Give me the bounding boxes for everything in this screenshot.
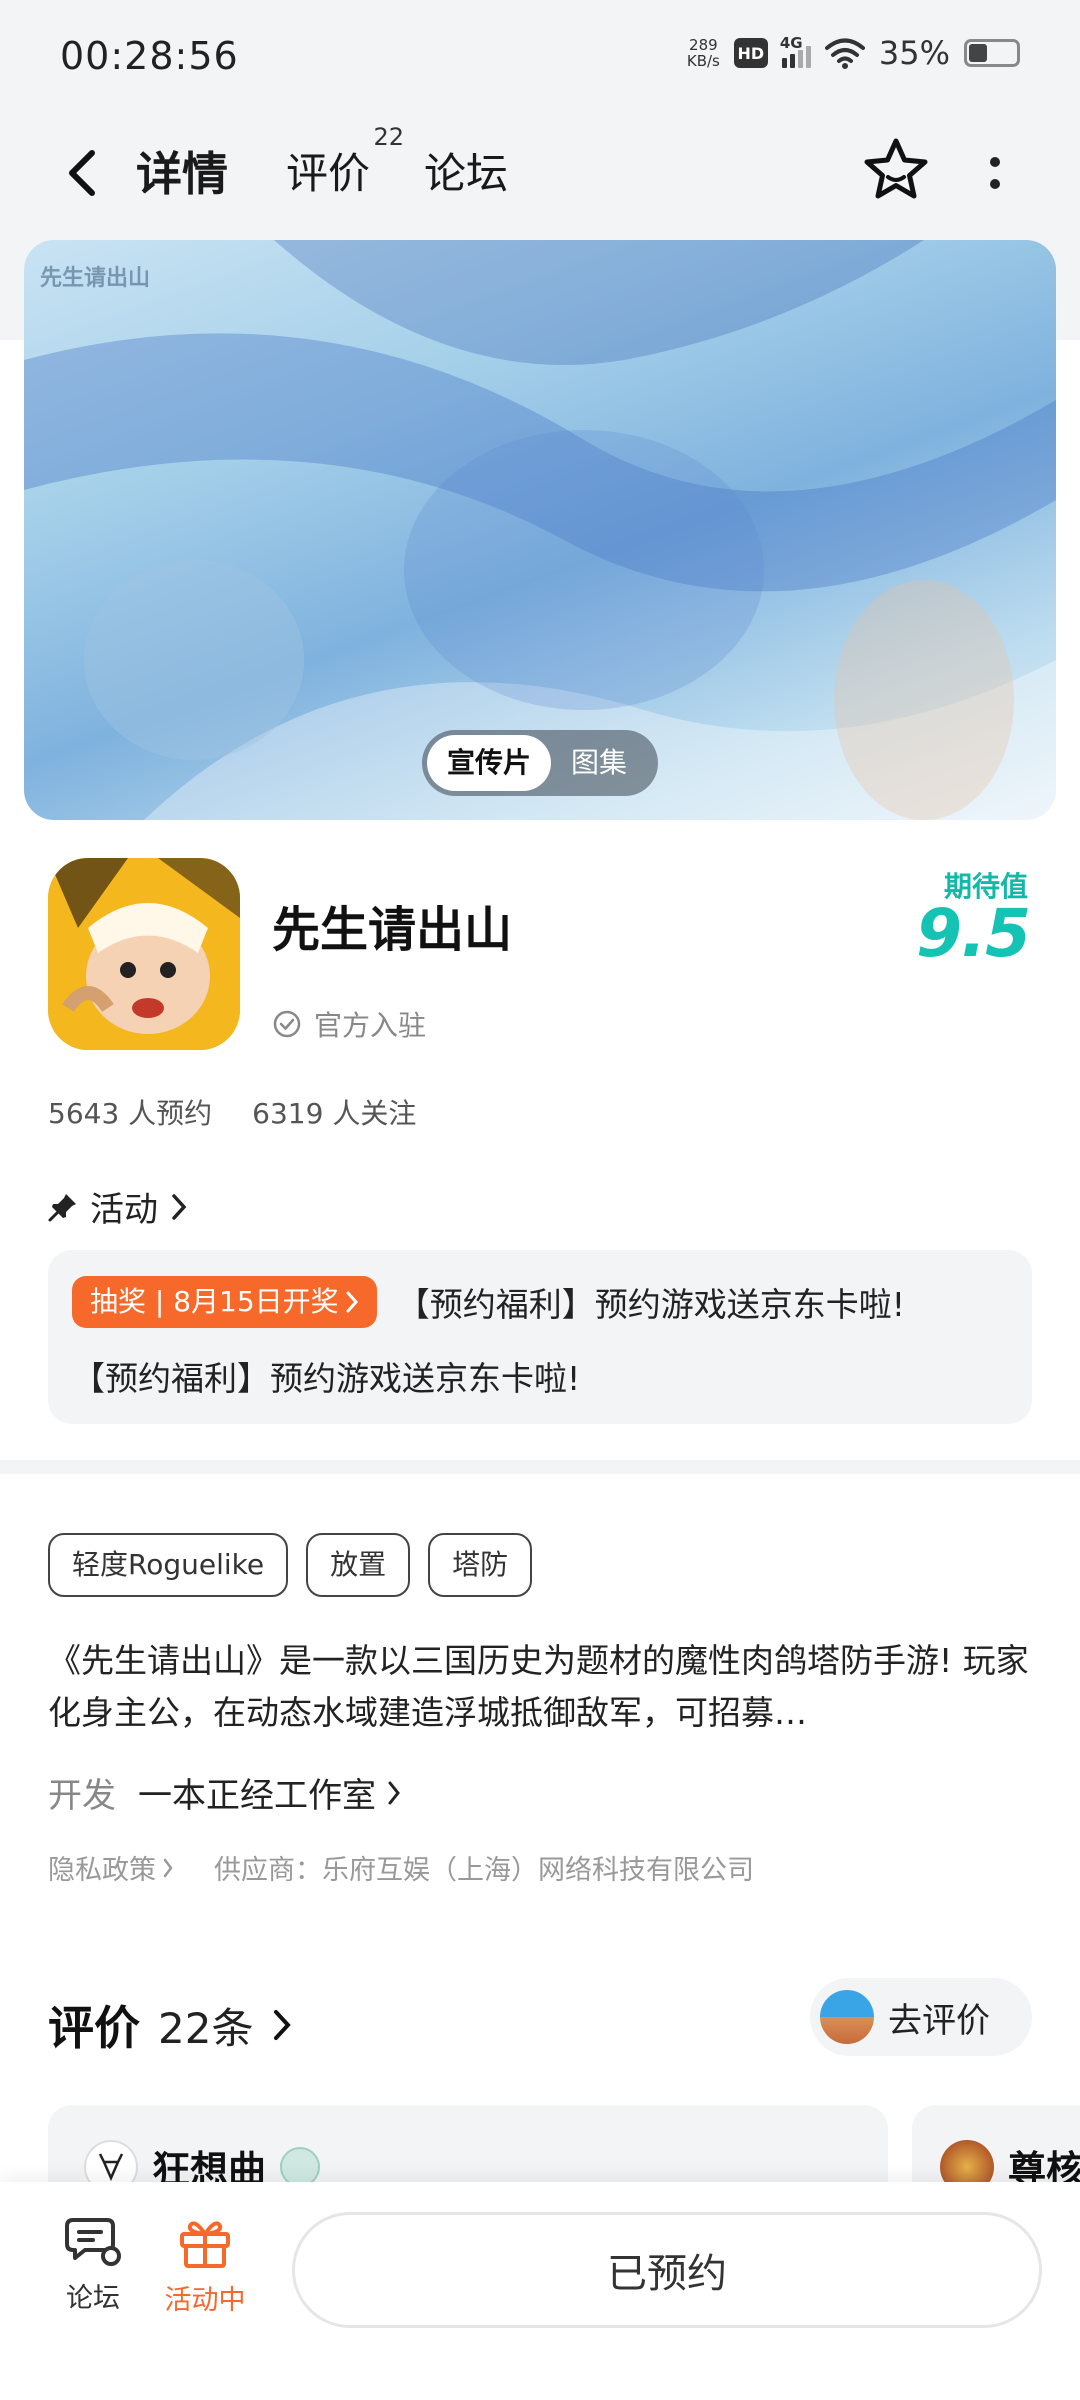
reviewer-badge-icon bbox=[280, 2146, 321, 2187]
tab-reviews-count: 22 bbox=[373, 123, 405, 151]
chevron-right-icon bbox=[172, 1193, 187, 1220]
deer-avatar-icon bbox=[98, 2152, 124, 2181]
battery-percent: 35% bbox=[878, 34, 950, 72]
activity-title: 【预约福利】预约游戏送京东卡啦! bbox=[396, 1285, 905, 1324]
activity-heading: 活动 bbox=[90, 1190, 158, 1230]
counts-row: 5643 人预约 6319 人关注 bbox=[48, 1092, 416, 1132]
tag-roguelike[interactable]: 轻度Roguelike bbox=[48, 1533, 289, 1597]
chevron-right-icon bbox=[388, 1781, 400, 1804]
network-speed: 289 KB/s bbox=[687, 37, 720, 69]
bottom-action-bar: 论坛 活动中 已预约 bbox=[0, 2182, 1080, 2400]
activity-button[interactable]: 活动中 bbox=[160, 2214, 250, 2317]
star-outline-icon bbox=[864, 138, 928, 199]
activity-card[interactable]: 抽奖 | 8月15日开奖 【预约福利】预约游戏送京东卡啦! 【预约福利】预约游戏… bbox=[48, 1250, 1032, 1424]
app-name: 先生请出山 bbox=[272, 902, 513, 958]
forum-chat-icon bbox=[65, 2218, 121, 2266]
pin-icon bbox=[48, 1193, 76, 1221]
battery-icon bbox=[964, 39, 1020, 67]
developer-label: 开发 bbox=[48, 1776, 116, 1816]
tag-list: 轻度Roguelike 放置 塔防 bbox=[48, 1533, 533, 1597]
status-time: 00:28:56 bbox=[60, 34, 239, 78]
tab-details[interactable]: 详情 bbox=[136, 139, 228, 209]
gift-icon bbox=[180, 2221, 230, 2268]
status-bar: 00:28:56 289 KB/s HD 4G 35% bbox=[0, 0, 1080, 115]
top-nav: 详情 评价 22 论坛 bbox=[0, 115, 1080, 240]
promo-banner[interactable]: 先生请出山 宣传片 图集 bbox=[24, 240, 1056, 820]
app-icon-artwork bbox=[48, 858, 240, 1050]
reserved-label: 已预约 bbox=[607, 2251, 727, 2297]
tab-reviews[interactable]: 评价 22 bbox=[286, 125, 404, 209]
favorite-button[interactable] bbox=[858, 133, 934, 209]
developer-row[interactable]: 开发 一本正经工作室 bbox=[48, 1768, 402, 1817]
write-review-label: 去评价 bbox=[888, 2000, 990, 2041]
write-review-button[interactable]: 去评价 bbox=[810, 1978, 1032, 2056]
reserved-button[interactable]: 已预约 bbox=[292, 2212, 1042, 2328]
network-speed-unit: KB/s bbox=[686, 52, 720, 70]
back-button[interactable] bbox=[52, 143, 112, 203]
verified-check-icon bbox=[273, 1010, 301, 1038]
battery-fill bbox=[969, 44, 987, 62]
chevron-right-icon bbox=[274, 2010, 292, 2040]
reviews-count: 22条 bbox=[158, 2003, 254, 2053]
game-description[interactable]: 《先生请出山》是一款以三国历史为题材的魔性肉鸽塔防手游! 玩家化身主公，在动态水… bbox=[48, 1635, 1032, 1739]
official-badge: 官方入驻 bbox=[272, 1004, 426, 1044]
expectation-score: 9.5 bbox=[916, 895, 1031, 972]
reviews-title: 评价 bbox=[48, 2001, 140, 2055]
app-icon bbox=[48, 858, 240, 1050]
banner-watermark: 先生请出山 bbox=[40, 266, 151, 291]
activity-header[interactable]: 活动 bbox=[48, 1182, 188, 1231]
media-option-trailer[interactable]: 宣传片 bbox=[427, 735, 552, 791]
privacy-policy-label: 隐私政策 bbox=[48, 1855, 156, 1886]
reservation-count: 5643 人预约 bbox=[48, 1097, 213, 1130]
tab-reviews-label: 评价 bbox=[286, 149, 371, 198]
developer-name: 一本正经工作室 bbox=[138, 1776, 376, 1816]
user-avatar bbox=[820, 1990, 874, 2044]
media-option-gallery[interactable]: 图集 bbox=[551, 735, 647, 791]
chevron-right-icon bbox=[163, 1858, 173, 1877]
lottery-pill-label: 抽奖 | 8月15日开奖 bbox=[90, 1285, 339, 1318]
tag-idle[interactable]: 放置 bbox=[306, 1533, 411, 1597]
hd-icon: HD bbox=[733, 38, 768, 68]
tab-details-label: 详情 bbox=[136, 147, 228, 201]
chevron-right-icon bbox=[346, 1291, 358, 1313]
more-vertical-icon[interactable] bbox=[980, 143, 1010, 203]
wifi-icon bbox=[824, 38, 865, 69]
tag-tower-defense[interactable]: 塔防 bbox=[428, 1533, 533, 1597]
follower-count: 6319 人关注 bbox=[252, 1097, 417, 1130]
media-toggle: 宣传片 图集 bbox=[422, 730, 658, 796]
forum-label: 论坛 bbox=[66, 2283, 120, 2314]
network-type: 4G bbox=[779, 34, 803, 52]
tab-forum[interactable]: 论坛 bbox=[424, 139, 508, 209]
privacy-policy-link[interactable]: 隐私政策 bbox=[48, 1848, 174, 1887]
lottery-pill[interactable]: 抽奖 | 8月15日开奖 bbox=[72, 1276, 377, 1328]
activity-subtitle: 【预约福利】预约游戏送京东卡啦! bbox=[72, 1359, 581, 1398]
reviews-header[interactable]: 评价 22条 bbox=[48, 1992, 293, 2058]
network-speed-value: 289 bbox=[689, 36, 718, 54]
forum-button[interactable]: 论坛 bbox=[48, 2214, 138, 2315]
status-icons: 289 KB/s HD 4G 35% bbox=[687, 34, 1020, 72]
cellular-signal-icon: 4G bbox=[780, 34, 811, 68]
tab-forum-label: 论坛 bbox=[424, 149, 509, 198]
developer-name-link[interactable]: 一本正经工作室 bbox=[138, 1768, 402, 1817]
chevron-left-icon bbox=[69, 150, 95, 196]
activity-label: 活动中 bbox=[164, 2285, 246, 2316]
official-label: 官方入驻 bbox=[314, 1009, 427, 1042]
section-divider bbox=[0, 1460, 1080, 1474]
policy-row: 隐私政策 供应商：乐府互娱（上海）网络科技有限公司 bbox=[48, 1848, 754, 1887]
supplier-info: 供应商：乐府互娱（上海）网络科技有限公司 bbox=[214, 1855, 754, 1886]
